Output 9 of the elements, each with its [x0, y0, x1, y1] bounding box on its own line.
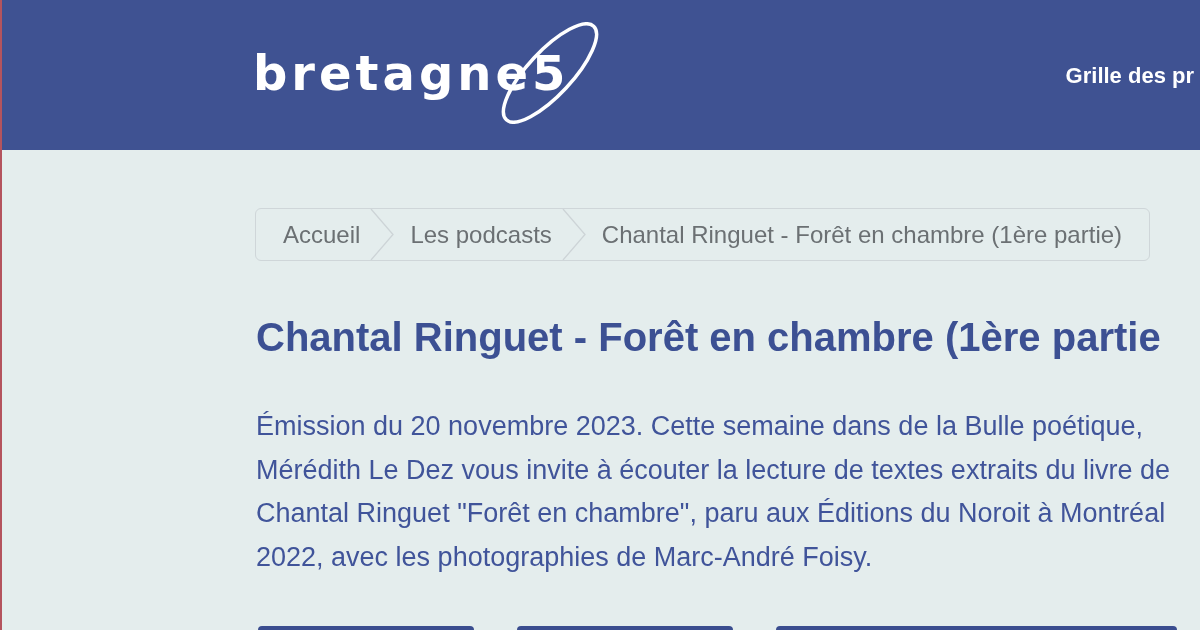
episode-description: Émission du 20 novembre 2023. Cette semaine dans de la Bulle poétique, Mérédith Le Dez vous invite à écouter la lecture de textes extraits du livre de Chantal Ringuet "Forêt en chambre", paru aux Éditions du Noroit à Montréal 2022, avec les photographies de Marc-André Foisy. — [256, 410, 1170, 574]
action-button[interactable] — [776, 626, 1177, 630]
breadcrumb-current: Chantal Ringuet - Forêt en chambre (1ère partie) — [601, 219, 1123, 250]
breadcrumb-link[interactable]: Accueil — [283, 209, 361, 260]
breadcrumb-link[interactable]: Les podcasts — [410, 209, 552, 260]
nav-link[interactable]: Grille des pr — [1065, 63, 1200, 89]
page-title: Chantal Ringuet - Forêt en chambre (1ère partie — [256, 314, 1161, 361]
action-button[interactable] — [258, 626, 474, 630]
action-button[interactable] — [517, 626, 733, 630]
